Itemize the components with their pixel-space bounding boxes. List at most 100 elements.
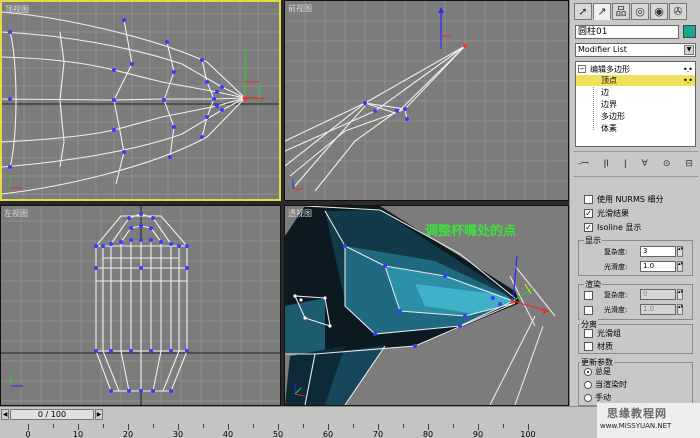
object-name-field[interactable]: 圆柱01 — [575, 25, 679, 39]
tutorial-annotation: 调整杯嘴处的点 — [425, 224, 517, 239]
stack-item-label: 编辑多边形 — [590, 65, 630, 74]
iterations-spinner[interactable]: 3 — [640, 246, 676, 257]
watermark-url: www.MISSYUAN.NET — [600, 422, 672, 430]
dots-icon: •.• — [683, 65, 693, 74]
chevron-down-icon[interactable]: ▼ — [684, 45, 694, 55]
viewport-area: 顶视图 前视图 左视图 透视图 调整杯嘴处的点 — [0, 0, 569, 406]
smoothing-groups-checkbox[interactable] — [584, 329, 593, 338]
viewport-perspective-label[interactable]: 透视图 — [288, 208, 312, 219]
materials-label: 材质 — [597, 342, 613, 351]
dots-icon: •.• — [683, 76, 693, 85]
viewport-left-label[interactable]: 左视图 — [4, 208, 28, 219]
ruler-label: 40 — [222, 430, 234, 438]
when-rendering-radio-row[interactable]: 当渲染时 — [584, 379, 627, 391]
use-nurms-checkbox[interactable] — [584, 195, 593, 204]
use-nurms-label: 使用 NURMS 细分 — [597, 195, 664, 204]
render-iterations-spinner[interactable]: 0 — [640, 289, 676, 300]
collapse-icon[interactable]: − — [578, 65, 586, 73]
make-unique-icon[interactable]: ǀ — [624, 156, 627, 172]
ruler-tick — [253, 424, 254, 428]
manually-radio[interactable] — [584, 393, 592, 402]
stack-item-element[interactable]: 体素 — [576, 123, 695, 134]
stack-item-label: 边 — [601, 88, 609, 97]
command-panel: ➚ ↗ 品 ◎ ◉ ✇ 圆柱01 Modifier List ▼ − 编辑多边形… — [569, 0, 700, 406]
show-end-result-icon[interactable]: ǀI — [604, 156, 609, 172]
smoothing-groups-row[interactable]: 光滑组 — [584, 328, 621, 340]
utility-icon[interactable]: ✇ — [669, 3, 687, 20]
spinner-arrows-icon[interactable]: ▴▾ — [677, 246, 683, 257]
divider — [573, 176, 698, 177]
always-radio[interactable] — [584, 367, 592, 376]
ruler-label: 100 — [520, 430, 536, 438]
smooth-result-checkbox[interactable]: ✓ — [584, 209, 593, 218]
viewport-perspective[interactable]: 透视图 调整杯嘴处的点 — [284, 205, 569, 406]
top-view-canvas — [2, 2, 279, 199]
always-radio-row[interactable]: 总是 — [584, 366, 611, 378]
remove-modifier-icon[interactable]: ∀ — [642, 156, 648, 172]
stack-item-vertex[interactable]: 顶点 •.• — [576, 75, 695, 86]
ruler-label: 90 — [472, 430, 484, 438]
render-group-title: 渲染 — [584, 279, 602, 290]
stack-item-polygon[interactable]: 多边形 — [576, 111, 695, 122]
3dsmax-window: 顶视图 前视图 左视图 透视图 调整杯嘴处的点 ➚ ↗ 品 ◎ ◉ ✇ 圆柱01… — [0, 0, 700, 438]
hierarchy-icon[interactable]: 品 — [612, 3, 630, 20]
materials-checkbox[interactable] — [584, 342, 593, 351]
materials-row[interactable]: 材质 — [584, 341, 613, 353]
render-smoothness-checkbox[interactable] — [584, 306, 593, 315]
stack-item-label: 顶点 — [601, 76, 617, 85]
stack-item-label: 边界 — [601, 100, 617, 109]
render-iterations-checkbox[interactable] — [584, 291, 593, 300]
ruler-label: 50 — [272, 430, 284, 438]
viewport-top-label[interactable]: 顶视图 — [5, 4, 29, 15]
modifier-stack: − 编辑多边形 •.• 顶点 •.• 边 边界 多边形 体素 — [575, 61, 696, 147]
use-nurms-checkbox-row[interactable]: 使用 NURMS 细分 — [584, 194, 663, 206]
stack-item-edge[interactable]: 边 — [576, 87, 695, 98]
stack-toolbar: -ꟷ ǀI ǀ ∀ ⊙ ⊟ — [575, 156, 696, 172]
smoothing-groups-label: 光滑组 — [597, 329, 621, 338]
configure-sets-icon[interactable]: ⊙ — [663, 156, 671, 172]
stack-item-edit-poly[interactable]: − 编辑多边形 •.• — [576, 64, 695, 75]
modifier-sets-icon[interactable]: ⊟ — [685, 156, 693, 172]
spinner-arrows-icon[interactable]: ▴▾ — [677, 261, 683, 272]
stack-item-label: 体素 — [601, 124, 617, 133]
spinner-arrows-icon[interactable]: ▴▾ — [677, 304, 683, 315]
ruler-tick — [203, 424, 204, 428]
watermark-title: 思缘教程网 — [607, 407, 667, 420]
next-frame-icon[interactable]: ▶ — [95, 409, 103, 420]
modifier-list-dropdown[interactable]: Modifier List ▼ — [575, 43, 696, 57]
viewport-front[interactable]: 前视图 — [284, 0, 569, 201]
viewport-left[interactable]: 左视图 — [0, 205, 281, 406]
smooth-result-checkbox-row[interactable]: ✓ 光滑结果 — [584, 208, 629, 220]
timeline: ◀ 0 / 100 ▶ 0 10 20 30 40 50 60 70 80 90 100 — [0, 406, 597, 438]
object-color-swatch[interactable] — [683, 25, 696, 38]
subdivision-rollout: 使用 NURMS 细分 ✓ 光滑结果 ✓ Isoline 显示 显示 复杂度: 3 … — [574, 182, 697, 406]
isoline-checkbox-row[interactable]: ✓ Isoline 显示 — [584, 222, 641, 234]
spinner-arrows-icon[interactable]: ▴▾ — [677, 289, 683, 300]
track-ruler[interactable]: 0 10 20 30 40 50 60 70 80 90 100 — [25, 424, 548, 438]
motion-icon[interactable]: ◎ — [631, 3, 649, 20]
smooth-result-label: 光滑结果 — [597, 209, 629, 218]
ruler-tick — [453, 424, 454, 428]
pointer-icon[interactable]: ➚ — [574, 3, 592, 20]
time-slider[interactable]: 0 / 100 — [10, 409, 94, 420]
when-rendering-radio[interactable] — [584, 380, 592, 389]
watermark: 思缘教程网 www.MISSYUAN.NET — [597, 403, 700, 438]
modifier-list-label: Modifier List — [578, 45, 627, 54]
render-smoothness-label: 光滑度: — [604, 306, 628, 314]
pin-stack-icon[interactable]: -ꟷ — [578, 156, 589, 172]
isoline-checkbox[interactable]: ✓ — [584, 223, 593, 232]
prev-frame-icon[interactable]: ◀ — [1, 409, 9, 420]
viewport-front-label[interactable]: 前视图 — [288, 3, 312, 14]
ruler-tick — [53, 424, 54, 428]
smoothness-spinner[interactable]: 1.0 — [640, 261, 676, 272]
when-rendering-label: 当渲染时 — [595, 380, 627, 389]
display-icon[interactable]: ◉ — [650, 3, 668, 20]
manually-label: 手动 — [595, 393, 611, 402]
curve-icon[interactable]: ↗ — [593, 3, 611, 20]
viewport-top[interactable]: 顶视图 — [0, 0, 281, 201]
ruler-label: 70 — [372, 430, 384, 438]
isoline-label: Isoline 显示 — [597, 223, 642, 232]
render-smoothness-spinner[interactable]: 1.0 — [640, 304, 676, 315]
display-group-title: 显示 — [584, 235, 602, 246]
stack-item-border[interactable]: 边界 — [576, 99, 695, 110]
